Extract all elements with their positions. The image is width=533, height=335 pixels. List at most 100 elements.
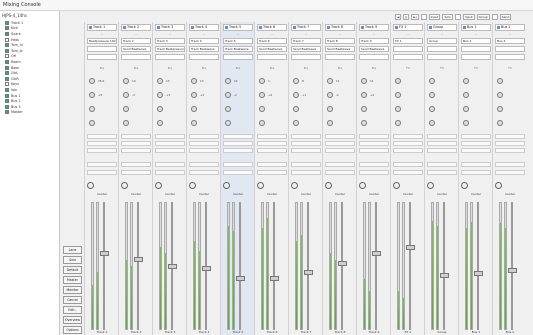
record-arm-button[interactable] — [495, 182, 502, 189]
channel-comment-field[interactable] — [257, 54, 287, 60]
toolbar-button-10[interactable]: Send — [499, 14, 512, 20]
sidebar-button-8[interactable]: Options — [63, 326, 82, 334]
volume-fader-handle[interactable] — [372, 251, 381, 257]
sidebar-button-1[interactable]: Solo — [63, 256, 82, 264]
track-visibility-checkbox[interactable] — [5, 104, 9, 109]
record-arm-button[interactable] — [291, 182, 298, 189]
send-knob[interactable] — [429, 120, 435, 126]
send-knob[interactable] — [293, 106, 299, 112]
send-knob[interactable] — [293, 78, 299, 84]
channel-input-field[interactable]: Group — [427, 38, 457, 44]
volume-fader-track[interactable] — [307, 202, 309, 330]
channel-name-field[interactable]: Track 2 — [121, 24, 151, 31]
volume-fader-handle[interactable] — [508, 268, 517, 274]
send-knob[interactable] — [463, 120, 469, 126]
pan-readout[interactable]: Center — [121, 192, 151, 198]
send-knob[interactable] — [89, 106, 95, 112]
send-knob[interactable] — [157, 106, 163, 112]
eq-slot[interactable] — [427, 162, 457, 167]
insert-slot[interactable] — [325, 134, 355, 139]
sidebar-button-5[interactable]: Cancel — [63, 296, 82, 304]
send-knob[interactable] — [225, 106, 231, 112]
send-knob[interactable] — [327, 92, 333, 98]
insert-slot[interactable] — [427, 141, 457, 146]
channel-name-field[interactable]: Track 3 — [155, 24, 185, 31]
send-knob[interactable] — [225, 120, 231, 126]
send-knob[interactable] — [123, 92, 129, 98]
eq-slot[interactable] — [189, 162, 219, 167]
volume-fader-track[interactable] — [477, 202, 479, 330]
send-knob[interactable] — [429, 78, 435, 84]
insert-slot[interactable] — [291, 134, 321, 139]
pan-readout[interactable]: Center — [495, 192, 525, 198]
insert-slot[interactable] — [325, 141, 355, 146]
channel-comment-field[interactable] — [155, 54, 185, 60]
send-knob[interactable] — [89, 92, 95, 98]
volume-fader-track[interactable] — [409, 202, 411, 330]
record-arm-button[interactable] — [223, 182, 230, 189]
send-knob[interactable] — [293, 120, 299, 126]
toolbar-button-1[interactable]: || — [403, 14, 410, 20]
record-arm-button[interactable] — [427, 182, 434, 189]
track-visibility-checkbox[interactable] — [5, 48, 9, 53]
channel-name-field[interactable]: Track 6 — [257, 24, 287, 31]
track-visibility-checkbox[interactable] — [5, 76, 9, 81]
tree-item[interactable]: Master — [5, 110, 58, 116]
insert-slot[interactable] — [291, 148, 321, 153]
track-visibility-checkbox[interactable] — [5, 43, 9, 48]
insert-slot[interactable] — [189, 148, 219, 153]
send-knob[interactable] — [395, 92, 401, 98]
toolbar-button-3[interactable] — [420, 14, 427, 20]
pan-readout[interactable]: Center — [257, 192, 287, 198]
channel-input-field[interactable]: Track 3 — [155, 38, 185, 44]
eq-slot[interactable] — [257, 162, 287, 167]
insert-slot[interactable] — [393, 141, 423, 146]
insert-slot[interactable] — [223, 141, 253, 146]
dynamics-slot[interactable] — [359, 170, 389, 175]
channel-comment-field[interactable] — [461, 54, 491, 60]
insert-slot[interactable] — [87, 148, 117, 153]
eq-slot[interactable] — [291, 162, 321, 167]
channel-output-field[interactable] — [87, 46, 117, 52]
eq-slot[interactable] — [155, 162, 185, 167]
channel-input-field[interactable]: Bus 2 — [495, 38, 525, 44]
pan-readout[interactable]: Center — [325, 192, 355, 198]
track-visibility-checkbox[interactable] — [5, 93, 9, 98]
channel-input-field[interactable]: Beatpressure 140 — [87, 38, 117, 44]
insert-slot[interactable] — [257, 134, 287, 139]
dynamics-slot[interactable] — [325, 170, 355, 175]
channel-comment-field[interactable] — [325, 54, 355, 60]
insert-slot[interactable] — [359, 141, 389, 146]
insert-slot[interactable] — [461, 141, 491, 146]
sidebar-button-2[interactable]: Default — [63, 266, 82, 274]
track-visibility-checkbox[interactable] — [5, 59, 9, 64]
send-knob[interactable] — [429, 92, 435, 98]
dynamics-slot[interactable] — [427, 170, 457, 175]
pan-readout[interactable]: Center — [461, 192, 491, 198]
send-knob[interactable] — [497, 106, 503, 112]
pan-readout[interactable]: Center — [87, 192, 117, 198]
channel-comment-field[interactable] — [359, 54, 389, 60]
channel-output-field[interactable]: Track Beatpressure — [155, 46, 185, 52]
insert-slot[interactable] — [223, 148, 253, 153]
eq-slot[interactable] — [359, 162, 389, 167]
track-visibility-checkbox[interactable] — [5, 110, 9, 115]
insert-slot[interactable] — [291, 141, 321, 146]
dynamics-slot[interactable] — [189, 170, 219, 175]
eq-slot[interactable] — [87, 162, 117, 167]
toolbar-button-7[interactable]: Input — [462, 14, 475, 20]
channel-name-field[interactable]: Track 1 — [87, 24, 117, 31]
send-knob[interactable] — [463, 78, 469, 84]
volume-fader-handle[interactable] — [270, 275, 279, 281]
channel-input-field[interactable]: FX 1 — [393, 38, 423, 44]
sidebar-button-4[interactable]: Monitor — [63, 286, 82, 294]
dynamics-slot[interactable] — [291, 170, 321, 175]
send-knob[interactable] — [429, 106, 435, 112]
pan-readout[interactable]: Center — [223, 192, 253, 198]
dynamics-slot[interactable] — [461, 170, 491, 175]
send-knob[interactable] — [123, 106, 129, 112]
channel-input-field[interactable]: Track 2 — [121, 38, 151, 44]
send-knob[interactable] — [191, 106, 197, 112]
insert-slot[interactable] — [427, 134, 457, 139]
record-arm-button[interactable] — [359, 182, 366, 189]
